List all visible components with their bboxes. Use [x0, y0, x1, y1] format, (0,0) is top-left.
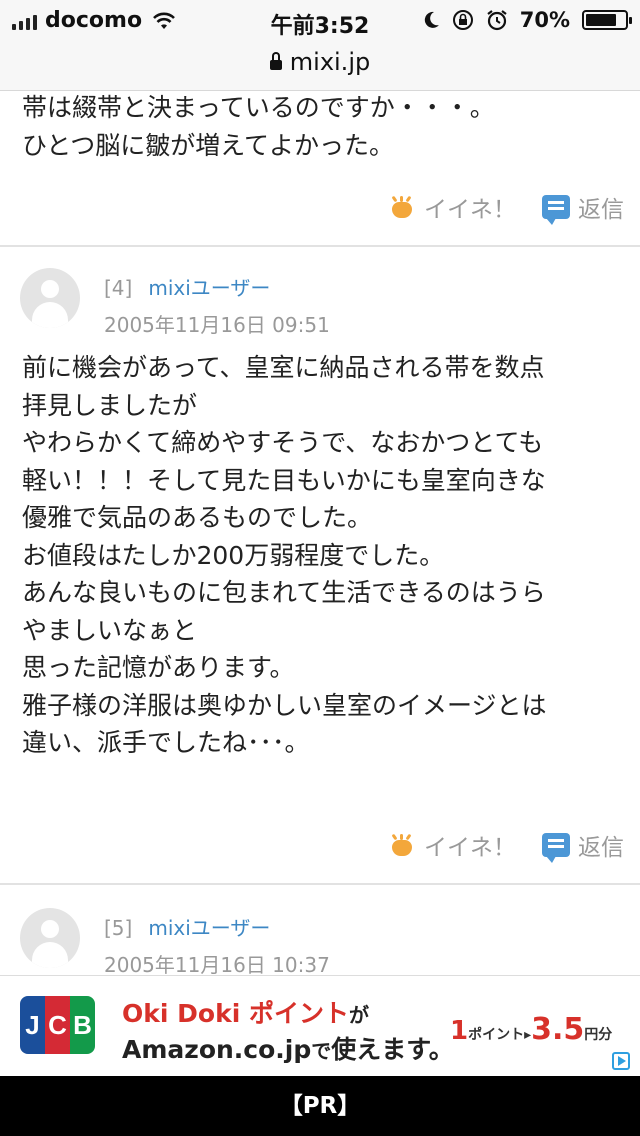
url-bar[interactable]: mixi.jp	[0, 42, 640, 91]
alarm-icon	[487, 10, 507, 31]
pr-bar[interactable]: 【PR】	[0, 1076, 640, 1136]
comment-divider	[0, 245, 640, 247]
adchoices-icon[interactable]	[612, 1052, 630, 1070]
comment-body: 帯は綴帯と決まっているのですか・・・。 ひとつ脳に皺が増えてよかった。	[22, 93, 495, 160]
comment-username[interactable]: mixiユーザー	[148, 276, 270, 300]
reply-label: 返信	[578, 197, 624, 223]
like-icon	[390, 195, 414, 218]
ad-headline: Oki Doki ポイントが	[122, 999, 369, 1028]
like-label: イイネ！	[424, 197, 516, 223]
like-button[interactable]: イイネ！	[390, 190, 516, 224]
comment-divider	[0, 883, 640, 885]
avatar[interactable]	[20, 908, 80, 968]
comment-meta: [5] mixiユーザー 2005年11月16日 10:37	[104, 912, 330, 975]
comment-username[interactable]: mixiユーザー	[148, 916, 270, 940]
avatar[interactable]	[20, 268, 80, 328]
comment-meta: [4] mixiユーザー 2005年11月16日 09:51	[104, 272, 330, 338]
comment-list: 帯は綴帯と決まっているのですか・・・。 ひとつ脳に皺が増えてよかった。 イイネ！…	[0, 90, 640, 975]
like-button[interactable]: イイネ！	[390, 828, 516, 862]
rotation-lock-icon	[452, 10, 473, 30]
battery-percentage: 70%	[519, 8, 570, 32]
reply-button[interactable]: 返信	[542, 190, 624, 225]
like-icon	[390, 833, 414, 856]
battery-icon	[582, 10, 632, 30]
ad-subline: Amazon.co.jpで使えます。	[122, 1035, 454, 1064]
status-bar: docomo 午前3:52 70%	[0, 0, 640, 42]
comment-number: [5]	[104, 916, 133, 940]
like-label: イイネ！	[424, 835, 516, 861]
pr-label: 【PR】	[279, 1093, 361, 1119]
reply-icon	[542, 195, 570, 225]
url-domain: mixi.jp	[289, 48, 371, 76]
ad-banner[interactable]: J C B Oki Doki ポイントが Amazon.co.jpで使えます。 …	[0, 975, 640, 1076]
comment-date: 2005年11月16日 10:37	[104, 953, 330, 975]
reply-label: 返信	[578, 835, 624, 861]
jcb-logo: J C B	[20, 996, 95, 1054]
comment-actions: イイネ！ 返信	[390, 190, 624, 225]
comment-date: 2005年11月16日 09:51	[104, 313, 330, 337]
comment-body: 前に機会があって、皇室に納品される帯を数点 拝見しましたが やわらかくて締めやす…	[22, 353, 547, 757]
reply-button[interactable]: 返信	[542, 828, 624, 863]
status-right: 70%	[424, 8, 632, 32]
comment-number: [4]	[104, 276, 133, 300]
ad-rate: 1ポイント▸3.5円分	[450, 1012, 613, 1047]
comment-actions: イイネ！ 返信	[390, 828, 624, 863]
url-display[interactable]: mixi.jp	[0, 48, 640, 76]
moon-icon	[424, 11, 439, 28]
lock-icon	[269, 52, 282, 70]
reply-icon	[542, 833, 570, 863]
